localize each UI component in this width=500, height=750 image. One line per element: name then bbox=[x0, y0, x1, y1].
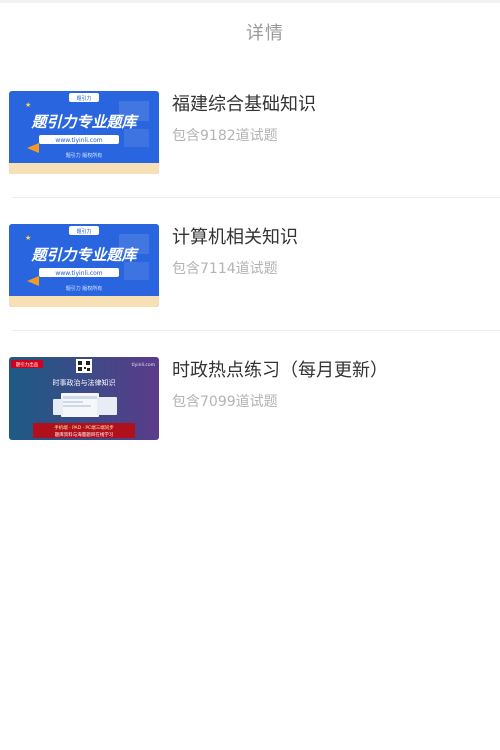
thumb-logo: 题引力 bbox=[76, 95, 91, 102]
thumb-headline: 题引力专业题库 bbox=[30, 246, 139, 264]
item-info: 计算机相关知识 包含7114道试题 bbox=[172, 226, 490, 278]
question-bank-list: 题引力 ★ 题引力专业题库 www.tiyinli.com 题引力 版权所有 福… bbox=[0, 91, 500, 490]
item-thumbnail: 题引力出品 tiyinli.com 时事政治与法律知识 手机端 · PAD · … bbox=[9, 357, 159, 440]
item-info: 时政热点练习（每月更新） 包含7099道试题 bbox=[172, 359, 490, 411]
divider bbox=[12, 330, 500, 331]
thumb-line1: 手机端 · PAD · PC端三端同步 bbox=[54, 424, 114, 431]
thumb-site: tiyinli.com bbox=[132, 362, 155, 368]
thumb-url: www.tiyinli.com bbox=[55, 137, 102, 144]
thumb-badge: 题引力出品 bbox=[16, 361, 39, 368]
list-item[interactable]: 题引力 ★ 题引力专业题库 www.tiyinli.com 题引力 版权所有 福… bbox=[0, 91, 500, 224]
item-question-count: 包含7099道试题 bbox=[172, 394, 278, 410]
banner-image: 题引力 ★ 题引力专业题库 www.tiyinli.com 题引力 版权所有 bbox=[9, 224, 159, 307]
page-title: 详情 bbox=[246, 23, 284, 44]
header-bar: 详情 bbox=[0, 3, 500, 61]
thumb-line2: 题库资料与海量题目在线学习 bbox=[55, 431, 114, 438]
thumb-headline: 题引力专业题库 bbox=[30, 113, 139, 131]
list-item[interactable]: 题引力 ★ 题引力专业题库 www.tiyinli.com 题引力 版权所有 计… bbox=[0, 224, 500, 357]
item-question-count: 包含7114道试题 bbox=[172, 261, 278, 277]
thumb-headline: 时事政治与法律知识 bbox=[53, 378, 116, 387]
item-title: 福建综合基础知识 bbox=[172, 94, 316, 115]
item-info: 福建综合基础知识 包含9182道试题 bbox=[172, 93, 490, 145]
banner-image: 题引力 ★ 题引力专业题库 www.tiyinli.com 题引力 版权所有 bbox=[9, 91, 159, 174]
svg-text:★: ★ bbox=[25, 101, 31, 109]
divider bbox=[12, 197, 500, 198]
item-thumbnail: 题引力 ★ 题引力专业题库 www.tiyinli.com 题引力 版权所有 bbox=[9, 224, 159, 307]
thumb-url: www.tiyinli.com bbox=[55, 270, 102, 277]
item-title: 计算机相关知识 bbox=[172, 227, 298, 248]
banner-image: 题引力出品 tiyinli.com 时事政治与法律知识 手机端 · PAD · … bbox=[9, 357, 159, 440]
thumb-footer: 题引力 版权所有 bbox=[66, 152, 103, 159]
item-thumbnail: 题引力 ★ 题引力专业题库 www.tiyinli.com 题引力 版权所有 bbox=[9, 91, 159, 174]
list-item[interactable]: 题引力出品 tiyinli.com 时事政治与法律知识 手机端 · PAD · … bbox=[0, 357, 500, 490]
thumb-footer: 题引力 版权所有 bbox=[66, 285, 103, 292]
page: 详情 题引力 ★ 题引力专业题库 www.tiyinli.com 题引力 版权所… bbox=[0, 0, 500, 750]
svg-text:★: ★ bbox=[25, 234, 31, 242]
item-title: 时政热点练习（每月更新） bbox=[172, 360, 388, 381]
item-question-count: 包含9182道试题 bbox=[172, 128, 278, 144]
thumb-logo: 题引力 bbox=[76, 228, 91, 235]
